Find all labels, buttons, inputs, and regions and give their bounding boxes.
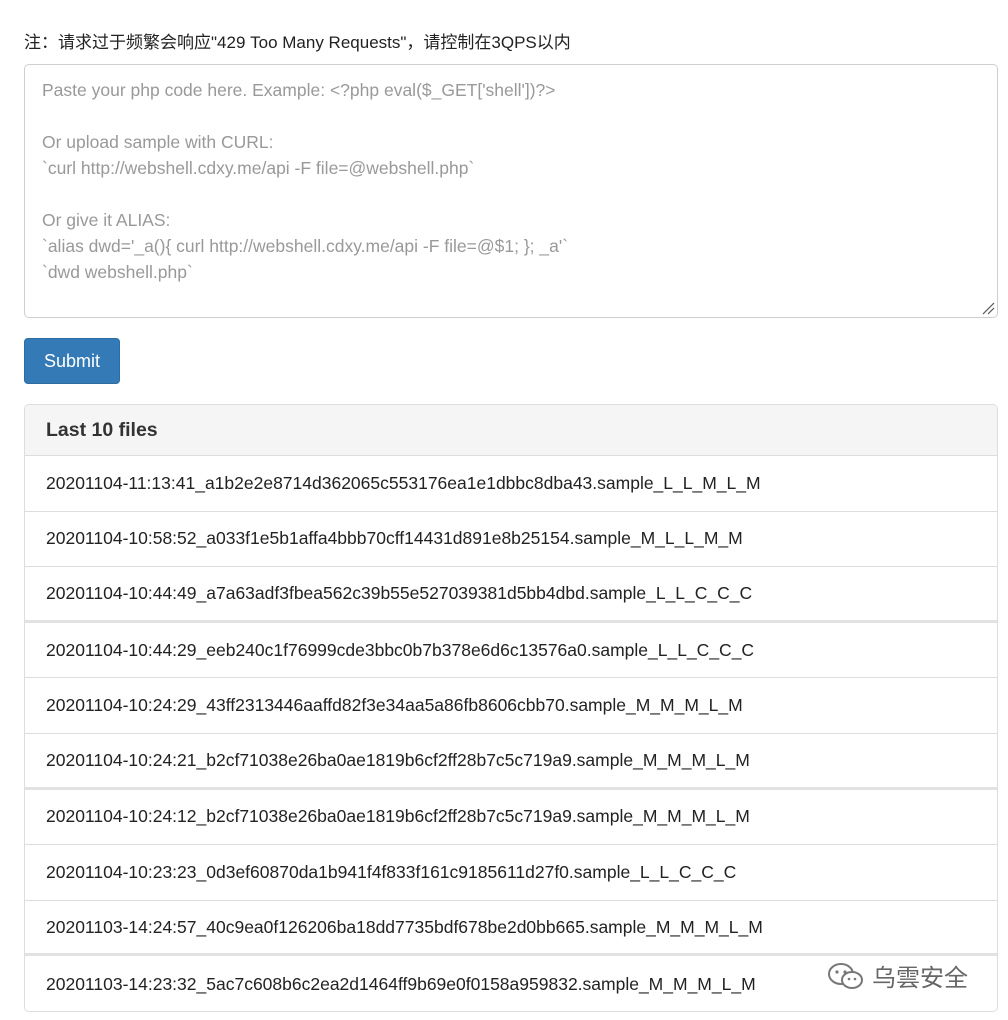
code-input-placeholder: Paste your php code here. Example: <?php… — [42, 80, 569, 282]
submit-button[interactable]: Submit — [24, 338, 120, 384]
file-list-item[interactable]: 20201104-11:13:41_a1b2e2e8714d362065c553… — [25, 456, 997, 512]
file-list-item[interactable]: 20201104-10:24:29_43ff2313446aaffd82f3e3… — [25, 678, 997, 734]
watermark: 乌雲安全 — [826, 958, 968, 993]
panel-title: Last 10 files — [25, 405, 997, 456]
file-list-item[interactable]: 20201104-10:23:23_0d3ef60870da1b941f4f83… — [25, 845, 997, 901]
watermark-text: 乌雲安全 — [872, 965, 968, 992]
rate-limit-notice: 注：请求过于频繁会响应"429 Too Many Requests"，请控制在3… — [24, 33, 571, 52]
file-list-item[interactable]: 20201104-10:24:21_b2cf71038e26ba0ae1819b… — [25, 734, 997, 790]
file-list-item[interactable]: 20201104-10:58:52_a033f1e5b1affa4bbb70cf… — [25, 512, 997, 568]
file-list-item[interactable]: 20201104-10:44:29_eeb240c1f76999cde3bbc0… — [25, 623, 997, 679]
file-list-item[interactable]: 20201103-14:24:57_40c9ea0f126206ba18dd77… — [25, 901, 997, 957]
file-list-item[interactable]: 20201104-10:24:12_b2cf71038e26ba0ae1819b… — [25, 790, 997, 846]
resize-handle-icon[interactable] — [981, 301, 995, 315]
wechat-icon — [828, 962, 863, 989]
file-list: 20201104-11:13:41_a1b2e2e8714d362065c553… — [25, 456, 997, 1011]
last-files-panel: Last 10 files 20201104-11:13:41_a1b2e2e8… — [24, 404, 998, 1012]
php-code-textarea[interactable]: Paste your php code here. Example: <?php… — [24, 64, 998, 318]
file-list-item[interactable]: 20201104-10:44:49_a7a63adf3fbea562c39b55… — [25, 567, 997, 623]
